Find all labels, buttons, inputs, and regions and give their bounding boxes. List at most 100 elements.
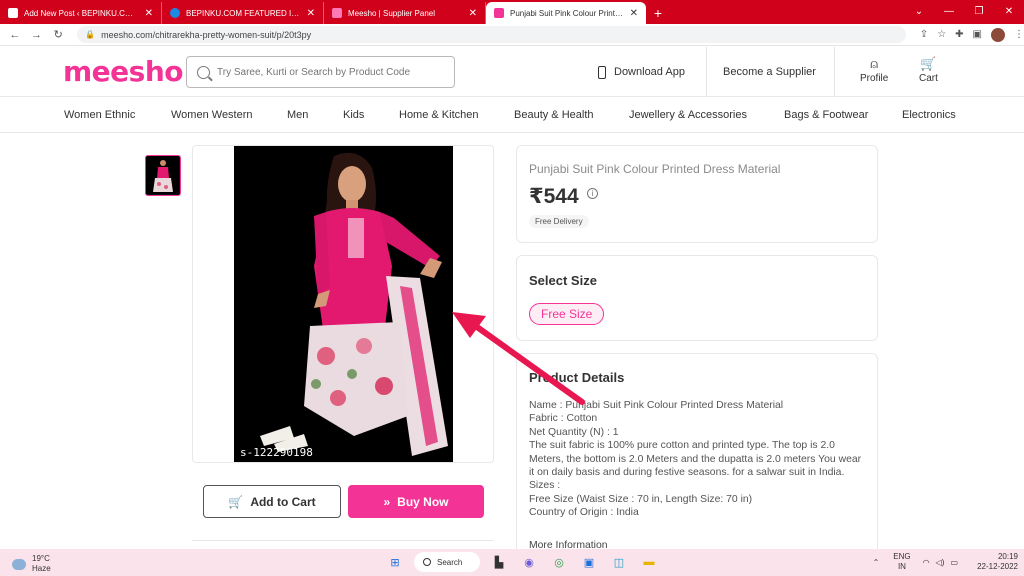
clock-date: 22-12-2022	[977, 562, 1018, 571]
profile-avatar[interactable]	[991, 27, 1005, 42]
cart-button[interactable]: 🛒 Cart	[919, 56, 938, 85]
tab-close-icon[interactable]: ✕	[145, 8, 153, 19]
battery-icon[interactable]: ▭	[950, 558, 958, 567]
minimize-icon[interactable]: —	[934, 0, 964, 22]
tab-label: Punjabi Suit Pink Colour Printed	[510, 8, 624, 18]
tab-close-icon[interactable]: ✕	[307, 8, 315, 19]
info-icon[interactable]: i	[587, 188, 598, 199]
profile-button[interactable]: ⍝ Profile	[860, 56, 889, 85]
profile-label: Profile	[860, 73, 889, 84]
search-icon	[197, 65, 210, 79]
thumbnail-image	[146, 156, 179, 194]
weather-widget[interactable]: 19°C Haze	[12, 554, 51, 574]
category-nav: Women Ethnic Women Western Men Kids Home…	[0, 97, 1024, 133]
chevron-up-icon[interactable]: ⌃	[873, 558, 880, 567]
wifi-icon[interactable]: ◠	[923, 558, 930, 567]
reload-icon[interactable]: ↻	[47, 28, 69, 41]
file-explorer-icon[interactable]: ▬	[638, 552, 660, 572]
clock-time: 20:19	[997, 552, 1018, 561]
search-box[interactable]	[186, 56, 455, 88]
download-app-label: Download App	[614, 66, 685, 78]
size-card: Select Size Free Size	[516, 255, 878, 341]
product-image[interactable]: s-122290198	[234, 146, 453, 462]
select-size-title: Select Size	[529, 273, 597, 288]
tab-search-icon[interactable]: ⌄	[904, 0, 934, 22]
buy-now-button[interactable]: » Buy Now	[348, 485, 484, 518]
category-women-western[interactable]: Women Western	[171, 109, 253, 121]
maximize-icon[interactable]: ❐	[964, 0, 994, 22]
buy-now-label: Buy Now	[397, 494, 449, 509]
cart-icon: 🛒	[920, 56, 937, 71]
divider	[192, 540, 494, 541]
category-home-kitchen[interactable]: Home & Kitchen	[399, 109, 478, 121]
menu-kebab-icon[interactable]: ⋮	[1014, 29, 1024, 40]
chat-icon[interactable]: ◉	[518, 552, 540, 572]
tab-favicon-icon	[494, 8, 504, 18]
url-field[interactable]: 🔒 meesho.com/chitrarekha-pretty-women-su…	[77, 26, 906, 43]
chrome-icon[interactable]: ◎	[548, 552, 570, 572]
new-tab-icon[interactable]: +	[646, 2, 670, 24]
back-icon[interactable]: ←	[4, 29, 26, 41]
become-supplier-label: Become a Supplier	[723, 66, 816, 78]
category-beauty-health[interactable]: Beauty & Health	[514, 109, 594, 121]
category-women-ethnic[interactable]: Women Ethnic	[64, 109, 135, 121]
detail-line: Name : Punjabi Suit Pink Colour Printed …	[529, 400, 784, 411]
windows-start-icon[interactable]: ⊞	[384, 552, 406, 572]
category-bags-footwear[interactable]: Bags & Footwear	[784, 109, 868, 121]
tab-close-icon[interactable]: ✕	[630, 8, 638, 19]
search-input[interactable]	[217, 66, 437, 78]
add-to-cart-label: Add to Cart	[250, 494, 316, 509]
tab-close-icon[interactable]: ✕	[469, 8, 477, 19]
detail-line: Fabric : Cotton	[529, 413, 598, 425]
category-men[interactable]: Men	[287, 109, 308, 121]
close-window-icon[interactable]: ✕	[994, 0, 1024, 22]
store-icon[interactable]: ▣	[578, 552, 600, 572]
tab-favicon-icon	[332, 8, 342, 18]
category-jewellery[interactable]: Jewellery & Accessories	[629, 109, 747, 121]
category-kids[interactable]: Kids	[343, 109, 364, 121]
become-supplier-link[interactable]: Become a Supplier	[723, 47, 816, 97]
address-bar: ← → ↻ 🔒 meesho.com/chitrarekha-pretty-wo…	[0, 24, 1024, 46]
taskbar-search[interactable]: Search	[414, 552, 480, 572]
browser-tab[interactable]: Add New Post ‹ BEPINKU.COM — ✕	[0, 2, 162, 24]
task-view-icon[interactable]: ▙	[488, 552, 510, 572]
category-electronics[interactable]: Electronics	[902, 109, 956, 121]
model-illustration	[234, 146, 453, 462]
extensions-icon[interactable]: ✚	[955, 29, 963, 40]
system-tray: ⌃ ENG IN ◠ ◁) ▭ 20:19 22-12-2022	[873, 552, 1024, 572]
product-thumbnail[interactable]	[145, 155, 181, 196]
site-header: meesho Download App Become a Supplier ⍝ …	[0, 47, 1024, 97]
price-card: Punjabi Suit Pink Colour Printed Dress M…	[516, 145, 878, 243]
taskbar-search-label: Search	[437, 557, 463, 567]
share-icon[interactable]: ⇪	[920, 29, 928, 40]
detail-line: Country of Origin : India	[529, 507, 639, 519]
download-app-link[interactable]: Download App	[598, 47, 685, 97]
divider	[706, 47, 707, 97]
volume-icon[interactable]: ◁)	[936, 558, 945, 567]
window-controls: ⌄ — ❐ ✕	[904, 0, 1024, 22]
add-to-cart-button[interactable]: 🛒 Add to Cart	[203, 485, 341, 518]
double-chevron-icon: »	[383, 494, 391, 509]
app-icon[interactable]: ◫	[608, 552, 630, 572]
language-indicator[interactable]: ENG IN	[893, 552, 910, 572]
weather-temp: 19°C	[32, 554, 50, 563]
lang-code: ENG	[893, 552, 911, 561]
user-icon: ⍝	[870, 56, 879, 71]
browser-tab[interactable]: Meesho | Supplier Panel ✕	[324, 2, 486, 24]
detail-line: Free Size (Waist Size : 70 in, Length Si…	[529, 493, 753, 505]
meesho-logo[interactable]: meesho	[63, 55, 184, 88]
cart-icon: 🛒	[228, 494, 244, 509]
sidepanel-icon[interactable]: ▣	[973, 29, 982, 40]
size-option-free-size[interactable]: Free Size	[529, 303, 605, 325]
bookmark-star-icon[interactable]: ☆	[937, 29, 946, 40]
tab-label: Meesho | Supplier Panel	[348, 8, 436, 18]
lock-icon: 🔒	[85, 30, 96, 39]
forward-icon[interactable]: →	[26, 29, 48, 41]
cart-label: Cart	[919, 73, 938, 84]
product-title: Punjabi Suit Pink Colour Printed Dress M…	[529, 162, 781, 176]
tab-label: BEPINKU.COM FEATURED IMAGE	[186, 8, 301, 18]
clock[interactable]: 20:19 22-12-2022	[970, 552, 1018, 572]
browser-tab-active[interactable]: Punjabi Suit Pink Colour Printed ✕	[486, 2, 646, 24]
browser-tab[interactable]: BEPINKU.COM FEATURED IMAGE ✕	[162, 2, 324, 24]
tab-favicon-icon	[170, 8, 180, 18]
